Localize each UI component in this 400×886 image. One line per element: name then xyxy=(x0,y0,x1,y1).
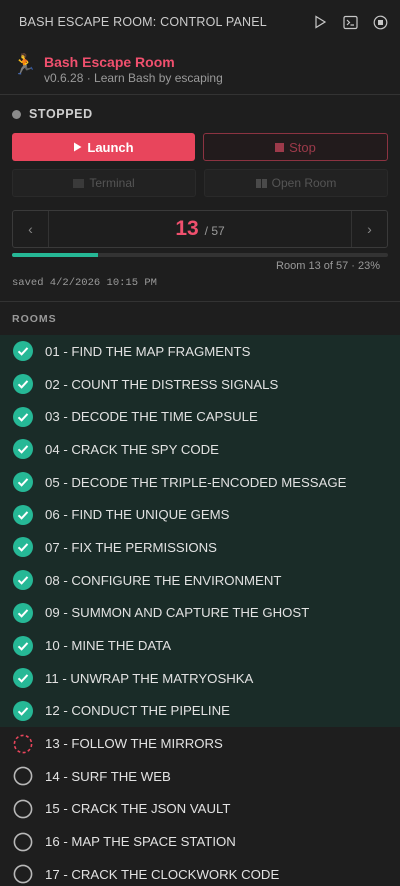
check-circle-icon xyxy=(13,668,33,689)
room-item[interactable]: 03 - DECODE THE TIME CAPSULE xyxy=(0,400,400,434)
check-circle-icon xyxy=(13,439,33,460)
prev-room-button[interactable]: ‹ xyxy=(13,211,49,247)
status-text: STOPPED xyxy=(29,107,93,121)
panel-titlebar: BASH ESCAPE ROOM: CONTROL PANEL xyxy=(0,0,400,44)
terminal-icon[interactable] xyxy=(342,14,358,30)
check-circle-icon xyxy=(13,406,33,427)
terminal-small-icon xyxy=(73,178,85,188)
room-label: 13 - FOLLOW THE MIRRORS xyxy=(45,736,223,752)
room-item[interactable]: 09 - SUMMON AND CAPTURE THE GHOST xyxy=(0,596,400,630)
room-item[interactable]: 08 - CONFIGURE THE ENVIRONMENT xyxy=(0,563,400,597)
room-label: 16 - MAP THE SPACE STATION xyxy=(45,834,236,850)
room-item[interactable]: 07 - FIX THE PERMISSIONS xyxy=(0,531,400,564)
terminal-label: Terminal xyxy=(89,176,135,190)
room-label: 02 - COUNT THE DISTRESS SIGNALS xyxy=(45,376,279,392)
launch-button[interactable]: Launch xyxy=(12,133,195,161)
stop-circle-icon[interactable] xyxy=(372,14,388,30)
room-label: 17 - CRACK THE CLOCKWORK CODE xyxy=(45,866,280,882)
room-item[interactable]: 14 - SURF THE WEB xyxy=(0,760,400,793)
rooms-heading: ROOMS xyxy=(12,313,57,325)
stop-label: Stop xyxy=(289,139,316,155)
app-version: v0.6.28 · Learn Bash by escaping xyxy=(44,71,223,85)
stop-square-icon xyxy=(275,142,285,152)
check-circle-icon xyxy=(13,341,33,362)
room-item[interactable]: 05 - DECODE THE TRIPLE-ENCODED MESSAGE xyxy=(0,465,400,499)
total-rooms: / 57 xyxy=(204,224,225,238)
room-item[interactable]: 06 - FIND THE UNIQUE GEMS xyxy=(0,498,400,532)
status-dot-icon xyxy=(12,109,21,119)
saved-timestamp: saved 4/2/2026 10:15 PM xyxy=(12,277,157,289)
room-label: 10 - MINE THE DATA xyxy=(45,638,172,654)
current-room-number: 13 xyxy=(175,217,199,240)
status-row: STOPPED xyxy=(0,95,400,133)
dashed-circle-icon xyxy=(13,734,33,754)
room-label: 11 - UNWRAP THE MATRYOSHKA xyxy=(45,670,254,686)
open-room-button[interactable]: Open Room xyxy=(204,169,388,197)
room-item[interactable]: 15 - CRACK THE JSON VAULT xyxy=(0,793,400,826)
stop-button[interactable]: Stop xyxy=(203,133,388,161)
room-label: 08 - CONFIGURE THE ENVIRONMENT xyxy=(45,572,282,588)
empty-circle-icon xyxy=(13,799,33,819)
panel-title: BASH ESCAPE ROOM: CONTROL PANEL xyxy=(19,15,267,29)
room-label: 04 - CRACK THE SPY CODE xyxy=(45,441,219,457)
check-circle-icon xyxy=(13,537,33,558)
app-name: Bash Escape Room xyxy=(44,54,175,70)
runner-logo-icon: 🏃 xyxy=(12,54,37,76)
room-counter: 13 / 57 xyxy=(49,211,351,247)
room-item[interactable]: 16 - MAP THE SPACE STATION xyxy=(0,825,400,858)
run-icon[interactable] xyxy=(312,14,328,30)
room-label: 05 - DECODE THE TRIPLE-ENCODED MESSAGE xyxy=(45,474,347,490)
check-circle-icon xyxy=(13,504,33,525)
room-item[interactable]: 02 - COUNT THE DISTRESS SIGNALS xyxy=(0,367,400,401)
room-item[interactable]: 10 - MINE THE DATA xyxy=(0,629,400,662)
play-icon xyxy=(74,142,82,152)
chevron-left-icon: ‹ xyxy=(28,221,33,237)
check-circle-icon xyxy=(13,570,33,591)
room-item[interactable]: 11 - UNWRAP THE MATRYOSHKA xyxy=(0,661,400,695)
check-circle-icon xyxy=(13,635,33,656)
app-header: 🏃 Bash Escape Room v0.6.28 · Learn Bash … xyxy=(0,44,400,94)
launch-label: Launch xyxy=(87,139,134,155)
empty-circle-icon xyxy=(13,766,33,786)
progress-label: Room 13 of 57 · 23% xyxy=(276,260,380,272)
room-label: 01 - FIND THE MAP FRAGMENTS xyxy=(45,343,251,359)
empty-circle-icon xyxy=(13,832,33,852)
room-navigator: ‹ 13 / 57 › xyxy=(12,210,388,248)
room-label: 07 - FIX THE PERMISSIONS xyxy=(45,539,217,555)
room-label: 06 - FIND THE UNIQUE GEMS xyxy=(45,507,230,523)
room-label: 09 - SUMMON AND CAPTURE THE GHOST xyxy=(45,605,310,621)
room-label: 12 - CONDUCT THE PIPELINE xyxy=(45,703,230,719)
room-list: 01 - FIND THE MAP FRAGMENTS 02 - COUNT TH… xyxy=(0,335,400,886)
room-item[interactable]: 13 - FOLLOW THE MIRRORS xyxy=(0,727,400,760)
room-item[interactable]: 12 - CONDUCT THE PIPELINE xyxy=(0,694,400,728)
next-room-button[interactable]: › xyxy=(351,211,387,247)
book-icon xyxy=(255,178,267,188)
check-circle-icon xyxy=(13,602,33,623)
room-label: 15 - CRACK THE JSON VAULT xyxy=(45,801,231,817)
room-item[interactable]: 17 - CRACK THE CLOCKWORK CODE xyxy=(0,858,400,886)
room-item[interactable]: 01 - FIND THE MAP FRAGMENTS xyxy=(0,335,400,368)
chevron-right-icon: › xyxy=(367,221,372,237)
empty-circle-icon xyxy=(13,864,33,884)
open-room-label: Open Room xyxy=(271,176,337,190)
terminal-button[interactable]: Terminal xyxy=(12,169,196,197)
check-circle-icon xyxy=(13,374,33,395)
check-circle-icon xyxy=(13,700,33,721)
room-item[interactable]: 04 - CRACK THE SPY CODE xyxy=(0,433,400,466)
room-label: 03 - DECODE THE TIME CAPSULE xyxy=(45,409,258,425)
check-circle-icon xyxy=(13,472,33,493)
room-label: 14 - SURF THE WEB xyxy=(45,768,171,784)
